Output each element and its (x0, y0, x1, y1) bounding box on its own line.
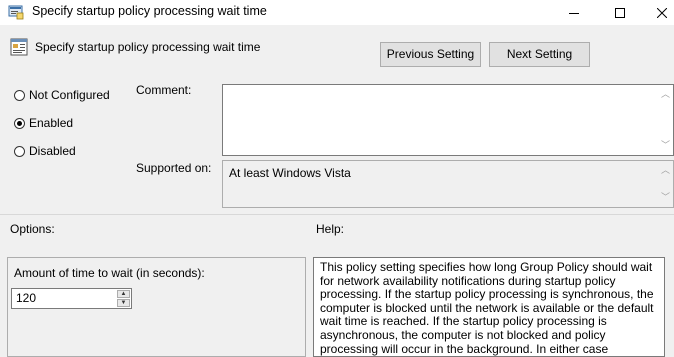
policy-setting-icon (10, 38, 28, 56)
radio-enabled[interactable]: Enabled (14, 116, 73, 130)
window-title: Specify startup policy processing wait t… (32, 4, 267, 18)
comment-textarea[interactable]: ︿ ﹀ (222, 84, 674, 156)
supported-on-value: At least Windows Vista (229, 166, 351, 180)
comment-scrollbar[interactable]: ︿ ﹀ (658, 85, 673, 155)
spin-up-icon[interactable]: ▲ (117, 290, 130, 298)
scroll-down-icon[interactable]: ﹀ (661, 193, 670, 202)
maximize-button[interactable] (597, 0, 643, 25)
scroll-up-icon[interactable]: ︿ (661, 90, 670, 99)
supported-scrollbar[interactable]: ︿ ﹀ (658, 161, 673, 207)
wait-time-spinner[interactable]: ▲ ▼ (11, 288, 132, 309)
previous-setting-button[interactable]: Previous Setting (380, 42, 481, 67)
options-label: Options: (10, 222, 55, 236)
close-icon (657, 7, 667, 18)
radio-label: Not Configured (29, 88, 110, 102)
policy-editor-icon (8, 5, 24, 20)
minimize-button[interactable] (551, 0, 597, 25)
radio-disabled[interactable]: Disabled (14, 144, 76, 158)
section-divider (0, 214, 674, 215)
title-bar: Specify startup policy processing wait t… (0, 0, 674, 25)
radio-not-configured[interactable]: Not Configured (14, 88, 110, 102)
wait-time-input[interactable] (16, 291, 111, 305)
radio-circle[interactable] (14, 145, 25, 157)
spin-down-icon[interactable]: ▼ (117, 299, 130, 307)
maximize-icon (615, 7, 625, 18)
close-button[interactable] (643, 0, 674, 25)
supported-on-label: Supported on: (136, 161, 212, 175)
help-text: This policy setting specifies how long G… (320, 260, 654, 356)
help-label: Help: (316, 222, 345, 236)
radio-circle[interactable] (14, 117, 25, 129)
options-panel: Amount of time to wait (in seconds): ▲ ▼ (7, 257, 306, 357)
help-panel: This policy setting specifies how long G… (313, 257, 665, 357)
radio-circle[interactable] (14, 89, 25, 101)
next-setting-button[interactable]: Next Setting (489, 42, 590, 67)
policy-title: Specify startup policy processing wait t… (35, 40, 261, 54)
minimize-icon (569, 12, 579, 14)
wait-time-label: Amount of time to wait (in seconds): (14, 266, 205, 280)
supported-on-box: At least Windows Vista ︿ ﹀ (222, 160, 674, 208)
radio-label: Disabled (29, 144, 76, 158)
radio-label: Enabled (29, 116, 74, 130)
scroll-down-icon[interactable]: ﹀ (661, 141, 670, 150)
scroll-up-icon[interactable]: ︿ (661, 166, 670, 175)
comment-label: Comment: (136, 83, 192, 97)
